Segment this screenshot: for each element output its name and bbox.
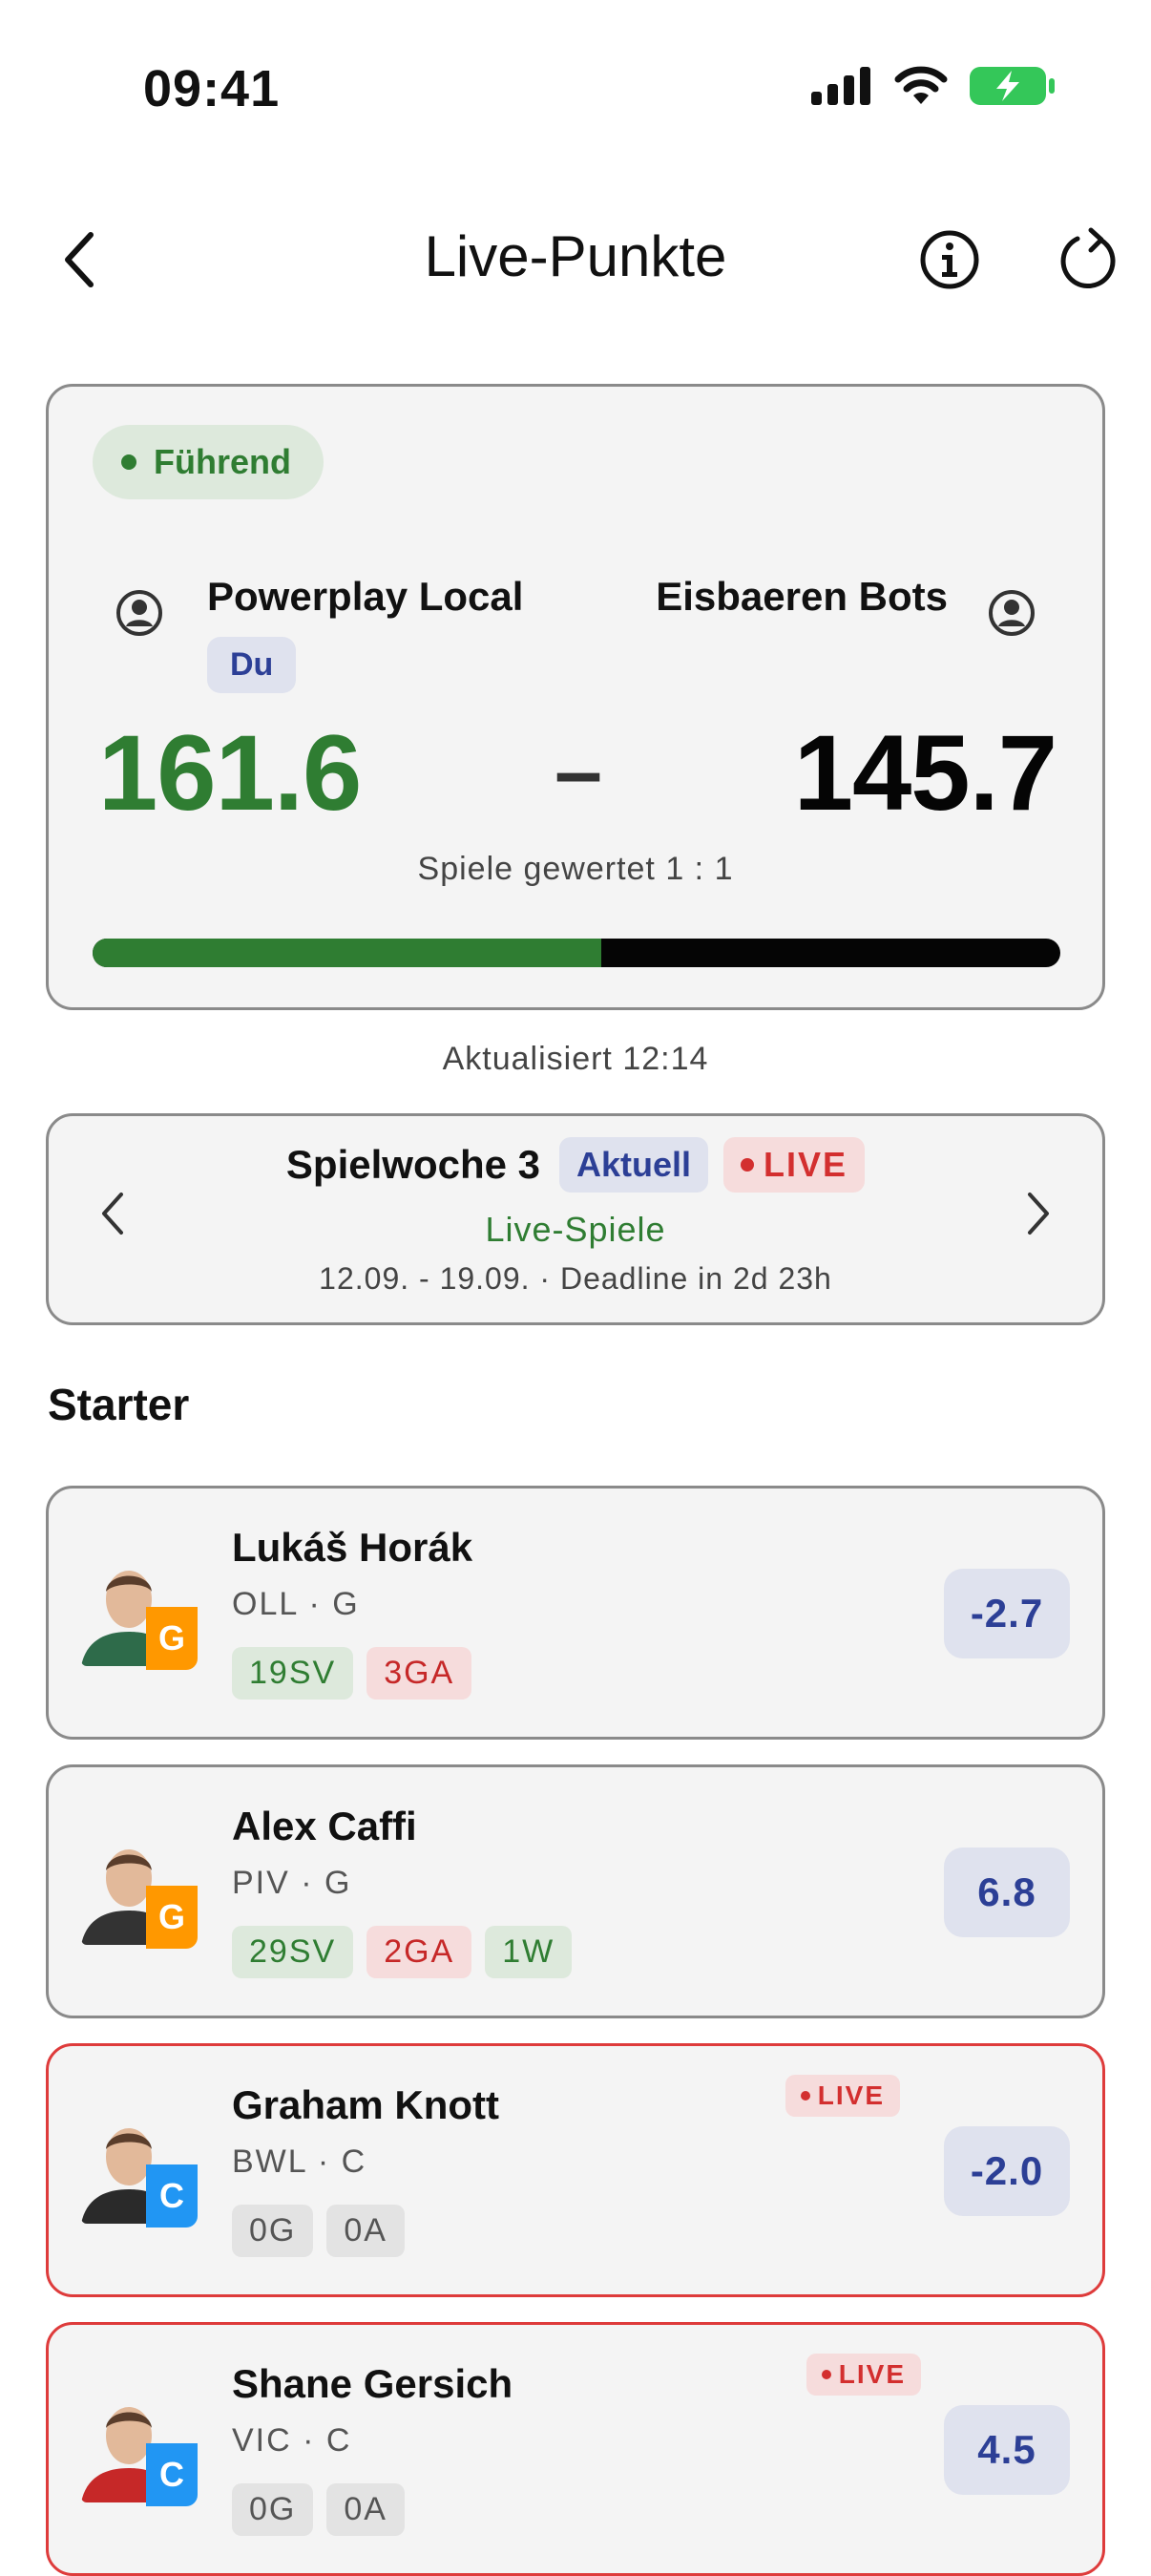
- player-stats: 0G 0A: [232, 2483, 405, 2536]
- player-name: Lukáš Horák: [232, 1525, 473, 1570]
- player-points: -2.0: [944, 2126, 1070, 2216]
- home-score: 161.6: [98, 713, 362, 833]
- player-team-position: PIV · G: [232, 1865, 352, 1901]
- lead-dot-icon: [121, 454, 136, 470]
- player-stats: 0G 0A: [232, 2205, 405, 2257]
- section-title-starter: Starter: [48, 1380, 190, 1429]
- player-team-position: VIC · C: [232, 2422, 352, 2459]
- info-button[interactable]: [907, 212, 993, 307]
- live-dot-icon: [800, 2091, 810, 2101]
- wifi-icon: [894, 66, 948, 104]
- away-team-name: Eisbaeren Bots: [656, 574, 948, 619]
- lead-status-badge: Führend: [93, 425, 324, 499]
- current-week-badge: Aktuell: [559, 1137, 709, 1193]
- score-progress-bar: [93, 939, 1060, 967]
- player-live-label: LIVE: [817, 2080, 885, 2110]
- player-team-position: OLL · G: [232, 1586, 360, 1622]
- away-score: 145.7: [793, 713, 1057, 833]
- player-card[interactable]: C Shane Gersich VIC · C 0G 0A LIVE 4.5: [46, 2322, 1105, 2576]
- info-icon: [920, 230, 979, 289]
- home-user-icon: [116, 590, 162, 636]
- stat-chip: 0A: [326, 2205, 405, 2257]
- matchup-card[interactable]: Führend Powerplay Local Du Eisbaeren Bot…: [46, 384, 1105, 1010]
- home-team-name: Powerplay Local: [207, 574, 524, 619]
- player-card[interactable]: C Graham Knott BWL · C 0G 0A LIVE -2.0: [46, 2043, 1105, 2297]
- position-badge: G: [146, 1886, 198, 1949]
- live-games-link[interactable]: Live-Spiele: [49, 1210, 1102, 1250]
- week-header: Spielwoche 3 Aktuell LIVE: [49, 1137, 1102, 1193]
- score-separator: –: [555, 724, 603, 819]
- player-name: Graham Knott: [232, 2082, 500, 2127]
- you-badge: Du: [207, 637, 297, 693]
- position-badge: G: [146, 1607, 198, 1670]
- games-scored: Spiele gewertet 1 : 1: [417, 851, 734, 887]
- player-points: 6.8: [944, 1848, 1070, 1937]
- signal-icon: [811, 67, 870, 105]
- stat-chip: 29SV: [232, 1926, 354, 1978]
- position-badge: C: [146, 2164, 198, 2228]
- player-team-position: BWL · C: [232, 2143, 367, 2180]
- player-name: Alex Caffi: [232, 1804, 417, 1848]
- player-stats: 19SV 3GA: [232, 1647, 472, 1700]
- player-stats: 29SV 2GA 1W: [232, 1926, 573, 1978]
- stat-chip: 0A: [326, 2483, 405, 2536]
- position-badge: C: [146, 2443, 198, 2506]
- player-name: Shane Gersich: [232, 2361, 513, 2406]
- stat-chip: 0G: [232, 2205, 314, 2257]
- stat-chip: 1W: [485, 1926, 573, 1978]
- player-points: -2.7: [944, 1569, 1070, 1658]
- week-dates: 12.09. - 19.09. · Deadline in 2d 23h: [319, 1261, 832, 1296]
- status-time: 09:41: [143, 60, 281, 117]
- player-live-badge: LIVE: [785, 2075, 900, 2117]
- stat-chip: 3GA: [366, 1647, 472, 1700]
- score-progress-fill: [93, 939, 602, 967]
- player-card[interactable]: G Lukáš Horák OLL · G 19SV 3GA -2.7: [46, 1486, 1105, 1740]
- week-selector-card[interactable]: Spielwoche 3 Aktuell LIVE Live-Spiele 12…: [46, 1113, 1105, 1325]
- battery-charging-icon: [970, 67, 1055, 105]
- live-dot-icon: [821, 2370, 831, 2379]
- stat-chip: 2GA: [366, 1926, 472, 1978]
- chevron-right-icon: [1028, 1193, 1049, 1235]
- player-live-badge: LIVE: [806, 2354, 921, 2396]
- nav-bar: Live-Punkte: [0, 212, 1151, 307]
- player-card[interactable]: G Alex Caffi PIV · G 29SV 2GA 1W 6.8: [46, 1764, 1105, 2018]
- live-badge: LIVE: [723, 1137, 866, 1193]
- week-title: Spielwoche 3: [285, 1142, 541, 1187]
- away-user-icon: [989, 590, 1035, 636]
- lead-label: Führend: [154, 442, 291, 481]
- player-points: 4.5: [944, 2405, 1070, 2495]
- last-updated: Aktualisiert 12:14: [442, 1041, 709, 1077]
- stat-chip: 19SV: [232, 1647, 354, 1700]
- stat-chip: 0G: [232, 2483, 314, 2536]
- live-badge-label: LIVE: [764, 1145, 848, 1184]
- player-live-label: LIVE: [838, 2359, 906, 2389]
- refresh-button[interactable]: [1044, 212, 1130, 307]
- next-week-button[interactable]: [1024, 1191, 1053, 1241]
- live-dot-icon: [741, 1158, 755, 1172]
- refresh-icon: [1060, 227, 1116, 289]
- status-icons: [811, 65, 1056, 107]
